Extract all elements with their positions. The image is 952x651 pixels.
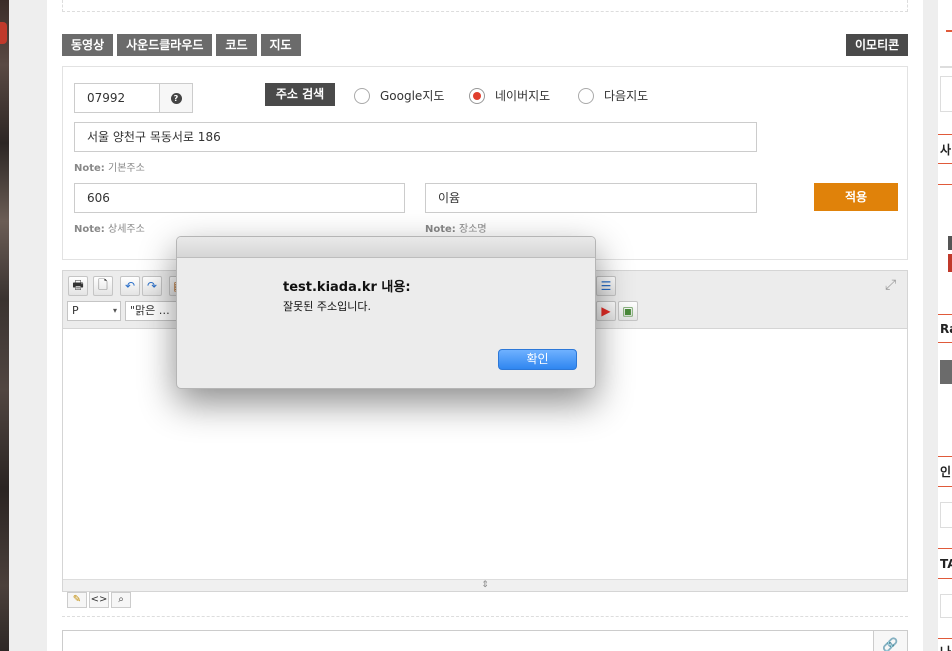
- sidebar-divider: [938, 163, 952, 164]
- radio-circle-icon: [354, 87, 370, 104]
- redo-icon[interactable]: ↷: [142, 276, 162, 296]
- dialog-ok-button[interactable]: 확인: [498, 349, 577, 370]
- sidebar-heading-5: 나: [940, 643, 951, 651]
- sidebar-divider: [938, 342, 952, 343]
- sidebar-box-edge: [940, 66, 952, 68]
- left-gutter: [9, 0, 47, 651]
- code-view-icon[interactable]: <>: [89, 592, 109, 608]
- sidebar-input[interactable]: [940, 502, 952, 528]
- chevron-down-icon: ▾: [112, 306, 117, 315]
- sidebar-divider: [938, 184, 952, 185]
- font-select-value: "맑은 …: [130, 304, 170, 317]
- format-select-value: P: [72, 304, 79, 317]
- emoticon-button[interactable]: 이모티콘: [846, 34, 909, 56]
- sidebar-divider: [938, 134, 952, 135]
- pencil-icon[interactable]: ✎: [67, 592, 87, 608]
- dialog-titlebar: [177, 237, 595, 258]
- tab-code[interactable]: 코드: [216, 34, 257, 56]
- apply-button[interactable]: 적용: [814, 183, 898, 211]
- attachment-tabbar: 동영상 사운드클라우드 코드 지도: [62, 34, 301, 56]
- sidebar-input[interactable]: [940, 594, 952, 618]
- bottom-divider: [62, 616, 908, 617]
- new-document-icon[interactable]: 🗋: [93, 276, 113, 296]
- radio-google-map[interactable]: Google지도: [354, 87, 444, 104]
- sidebar-heading-1: 사: [940, 143, 952, 157]
- sidebar-divider: [938, 486, 952, 487]
- sidebar-widget-box: [940, 76, 952, 112]
- expand-icon[interactable]: ⤢: [885, 278, 901, 294]
- sidebar-heading-3: 인: [940, 465, 952, 479]
- sidebar-accent-mark: [946, 30, 952, 32]
- print-icon[interactable]: 🖶: [68, 276, 88, 296]
- image-icon[interactable]: ▣: [618, 301, 638, 321]
- place-name-field[interactable]: 이윰: [425, 183, 757, 213]
- tab-soundcloud[interactable]: 사운드클라우드: [117, 34, 213, 56]
- sidebar-thumb-red: [948, 254, 952, 272]
- zipcode-field[interactable]: 07992: [74, 83, 160, 113]
- note-prefix: Note:: [74, 224, 105, 235]
- radio-label: Google지도: [380, 89, 445, 103]
- tab-video[interactable]: 동영상: [62, 34, 114, 56]
- undo-icon[interactable]: ↶: [120, 276, 140, 296]
- sidebar-divider: [938, 578, 952, 579]
- sidebar-thumb: [948, 236, 952, 250]
- note-text: 기본주소: [108, 163, 145, 174]
- radio-label: 다음지도: [604, 89, 649, 103]
- sidebar-divider: [938, 638, 952, 639]
- address-panel: 07992 ? 주소 검색 Google지도 네이버지도 다음지도 서울 양천구…: [62, 66, 908, 260]
- note-prefix: Note:: [425, 224, 456, 235]
- note-prefix: Note:: [74, 163, 105, 174]
- dialog-title: test.kiada.kr 내용:: [283, 280, 411, 295]
- link-url-field[interactable]: 🔗: [62, 630, 908, 651]
- sidebar-divider: [938, 314, 952, 315]
- right-gutter: [923, 0, 938, 651]
- radio-label: 네이버지도: [495, 89, 551, 103]
- dialog-message: 잘못된 주소입니다.: [283, 300, 371, 313]
- base-address-field[interactable]: 서울 양천구 목동서로 186: [74, 122, 757, 152]
- question-circle-icon: ?: [170, 92, 182, 104]
- indent-icon[interactable]: ☰: [596, 276, 616, 296]
- editor-mode-bar: ✎ <> ⌕: [67, 592, 131, 608]
- sidebar-divider: [938, 548, 952, 549]
- note-text: 장소명: [459, 224, 487, 235]
- alert-dialog: test.kiada.kr 내용: 잘못된 주소입니다. 확인: [176, 236, 596, 389]
- radio-selected-icon: [469, 87, 485, 104]
- background-photo-strip: [0, 0, 9, 651]
- sidebar-heading-4: TA: [940, 557, 952, 571]
- sidebar-divider: [938, 456, 952, 457]
- tab-map[interactable]: 지도: [260, 34, 301, 56]
- format-select[interactable]: P ▾: [67, 301, 121, 321]
- note-text: 상세주소: [108, 224, 145, 235]
- place-name-note: Note: 장소명: [425, 220, 487, 235]
- zipcode-help-button[interactable]: ?: [159, 83, 193, 113]
- font-select[interactable]: "맑은 …: [125, 301, 177, 321]
- right-sidebar: 사 Ra 인 TA 나: [938, 0, 952, 651]
- radio-naver-map[interactable]: 네이버지도: [469, 87, 550, 104]
- youtube-icon[interactable]: ▶: [596, 301, 616, 321]
- detail-address-field[interactable]: 606: [74, 183, 405, 213]
- radio-circle-icon: [578, 87, 594, 104]
- top-divider: [62, 0, 908, 12]
- link-icon[interactable]: 🔗: [873, 631, 907, 651]
- sidebar-heading-2: Ra: [940, 322, 952, 336]
- address-search-button[interactable]: 주소 검색: [265, 83, 335, 106]
- detail-address-note: Note: 상세주소: [74, 220, 145, 235]
- editor-resize-handle[interactable]: ⇕: [63, 579, 907, 591]
- base-address-note: Note: 기본주소: [74, 159, 145, 174]
- sidebar-tab[interactable]: [940, 360, 952, 384]
- preview-search-icon[interactable]: ⌕: [111, 592, 131, 608]
- radio-daum-map[interactable]: 다음지도: [578, 87, 648, 104]
